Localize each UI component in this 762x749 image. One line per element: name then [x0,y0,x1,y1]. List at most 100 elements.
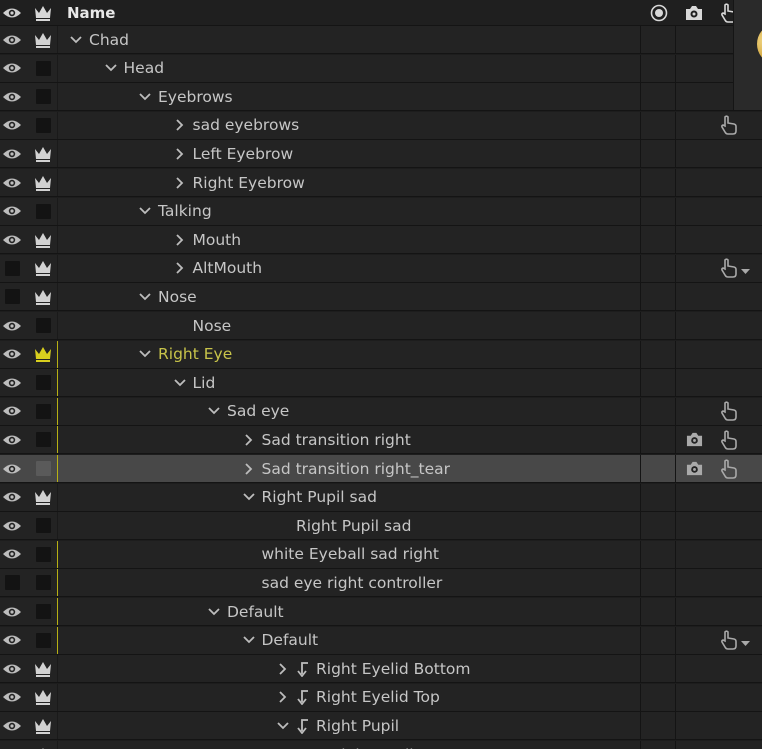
camera-cell[interactable] [677,140,711,167]
camera-cell[interactable] [677,255,711,282]
record-cell[interactable] [642,283,676,311]
solo-toggle[interactable] [28,426,58,454]
touch-cell[interactable] [712,712,758,739]
camera-cell[interactable] [677,398,711,425]
record-cell[interactable] [642,254,676,282]
record-cell[interactable] [642,655,676,683]
crown-icon[interactable] [28,741,58,749]
record-column-icon[interactable] [642,0,676,25]
record-cell[interactable] [642,397,676,425]
touch-cell[interactable] [712,283,758,310]
camera-cell[interactable] [677,484,711,511]
chevron-right-icon[interactable] [171,259,189,277]
eye-icon[interactable] [0,369,24,396]
visibility-column-eye-icon[interactable] [0,0,24,25]
chevron-right-icon[interactable] [240,460,258,478]
touch-cell[interactable] [712,684,758,711]
layer-row[interactable]: Default [0,626,762,655]
layer-row[interactable]: Default [0,598,762,626]
hand-icon[interactable] [712,255,758,282]
dropdown-caret-icon[interactable] [741,269,750,275]
record-cell[interactable] [642,111,676,139]
camera-cell[interactable] [677,341,711,368]
layer-row[interactable]: Right Pupil [0,741,762,749]
layer-row[interactable]: Sad transition right_tear [0,455,762,483]
chevron-right-icon[interactable] [240,431,258,449]
solo-toggle[interactable] [28,54,58,82]
layer-name[interactable]: Right Pupil sad [262,488,377,506]
chevron-down-icon[interactable] [240,488,258,506]
touch-cell[interactable] [712,655,758,682]
record-cell[interactable] [642,569,676,597]
camera-cell[interactable] [677,712,711,739]
camera-cell[interactable] [677,598,711,625]
eye-icon[interactable] [0,83,24,110]
layer-name[interactable]: Mouth [193,231,242,249]
touch-cell[interactable] [712,369,758,396]
camera-cell[interactable] [677,312,711,339]
camera-cell[interactable] [677,684,711,711]
layer-row[interactable]: Right Pupil sad [0,512,762,541]
layer-name[interactable]: Talking [158,202,212,220]
chevron-down-icon[interactable] [205,603,223,621]
chevron-down-icon[interactable] [240,631,258,649]
camera-cell[interactable] [677,283,711,310]
layer-name[interactable]: Default [262,631,319,649]
camera-cell[interactable] [677,198,711,225]
layer-row[interactable]: Head [0,54,762,83]
layer-name[interactable]: Sad transition right_tear [262,460,451,478]
layer-name[interactable]: Left Eyebrow [193,145,294,163]
touch-cell[interactable] [712,140,758,167]
record-cell[interactable] [642,598,676,625]
eye-icon[interactable] [0,712,24,739]
touch-cell[interactable] [712,598,758,625]
eye-icon[interactable] [0,455,24,482]
eye-icon[interactable] [0,541,24,568]
chevron-right-icon[interactable] [171,174,189,192]
eye-icon[interactable] [0,26,24,53]
chevron-right-icon[interactable] [274,688,292,706]
camera-cell[interactable] [677,741,711,749]
touch-cell[interactable] [712,484,758,511]
layer-name[interactable]: Head [124,59,165,77]
record-cell[interactable] [642,540,676,568]
record-cell[interactable] [642,512,676,540]
hand-icon[interactable] [712,627,758,654]
record-cell[interactable] [642,340,676,368]
solo-toggle[interactable] [28,540,58,568]
eye-icon[interactable] [0,169,24,196]
record-cell[interactable] [642,197,676,225]
record-cell[interactable] [642,26,676,53]
chevron-down-icon[interactable] [171,374,189,392]
eye-icon[interactable] [0,341,24,368]
crown-icon[interactable] [28,226,58,254]
layer-name[interactable]: Nose [158,288,197,306]
touch-cell[interactable] [712,569,758,596]
dropdown-caret-icon[interactable] [741,641,750,647]
layer-name[interactable]: Default [227,603,284,621]
camera-icon[interactable] [677,455,711,482]
layer-row[interactable]: Talking [0,197,762,226]
layer-row[interactable]: Lid [0,369,762,398]
visibility-toggle[interactable] [0,569,24,596]
layer-row[interactable]: Chad [0,26,762,54]
layer-row[interactable]: Mouth [0,226,762,255]
layer-row[interactable]: Nose [0,312,762,340]
eye-icon[interactable] [0,484,24,511]
eye-icon[interactable] [0,140,24,167]
layer-row[interactable]: sad eye right controller [0,569,762,598]
eye-icon[interactable] [0,312,24,339]
camera-cell[interactable] [677,369,711,396]
eye-icon[interactable] [0,398,24,425]
record-cell[interactable] [642,369,676,397]
camera-cell[interactable] [677,655,711,682]
touch-cell[interactable] [712,741,758,749]
layer-name[interactable]: sad eyebrows [193,116,300,134]
layer-row[interactable]: Right Pupil [0,712,762,741]
visibility-toggle[interactable] [0,255,24,282]
eye-icon[interactable] [0,741,24,749]
crown-icon[interactable] [28,169,58,196]
record-cell[interactable] [642,226,676,254]
solo-toggle[interactable] [28,598,58,625]
side-scroll-region[interactable] [733,0,762,110]
